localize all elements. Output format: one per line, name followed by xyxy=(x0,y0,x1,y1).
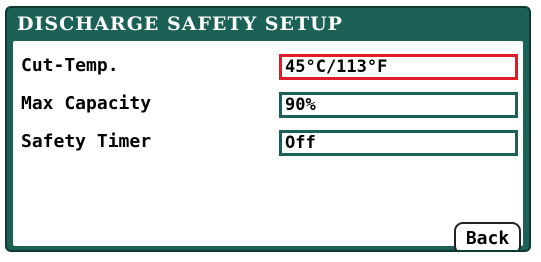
cut-temp-field[interactable]: 45°C/113°F xyxy=(279,54,518,80)
settings-panel: Cut-Temp. 45°C/113°F Max Capacity 90% Sa… xyxy=(13,41,523,250)
screen-title: DISCHARGE SAFETY SETUP xyxy=(17,13,343,35)
back-button[interactable]: Back xyxy=(454,222,521,250)
safety-timer-label: Safety Timer xyxy=(21,131,152,152)
max-capacity-field[interactable]: 90% xyxy=(279,92,518,118)
cut-temp-label: Cut-Temp. xyxy=(21,55,119,76)
title-bar: DISCHARGE SAFETY SETUP xyxy=(7,8,529,40)
safety-timer-field[interactable]: Off xyxy=(279,130,518,156)
max-capacity-label: Max Capacity xyxy=(21,93,152,114)
discharge-safety-setup-screen: DISCHARGE SAFETY SETUP Cut-Temp. 45°C/11… xyxy=(5,6,531,252)
